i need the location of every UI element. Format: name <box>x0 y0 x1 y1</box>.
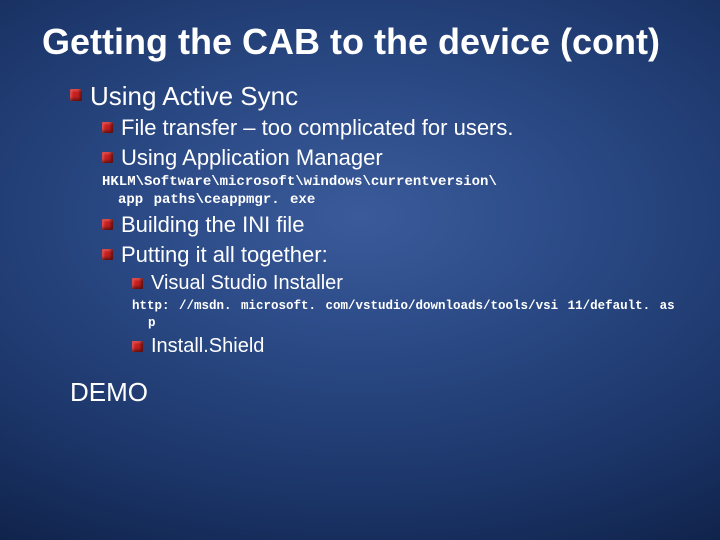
bullet-app-manager: Using Application Manager <box>102 144 678 172</box>
bullet-icon <box>102 249 113 260</box>
bullet-icon <box>102 152 113 163</box>
text: Putting it all together: <box>121 241 678 269</box>
bullet-vs-installer: Visual Studio Installer <box>132 270 678 296</box>
bullet-using-active-sync: Using Active Sync <box>70 80 678 113</box>
code-line: HKLM\Software\microsoft\windows\currentv… <box>102 174 497 190</box>
text: Using Active Sync <box>90 80 678 113</box>
bullet-icon <box>102 122 113 133</box>
bullet-file-transfer: File transfer – too complicated for user… <box>102 114 678 142</box>
bullet-icon <box>70 89 82 101</box>
code-line: p <box>148 315 678 331</box>
bullet-installshield: Install.Shield <box>132 333 678 359</box>
bullet-building-ini: Building the INI file <box>102 211 678 239</box>
code-line: app paths\ceappmgr. exe <box>118 191 678 209</box>
text: Using Application Manager <box>121 144 678 172</box>
bullet-icon <box>102 219 113 230</box>
bullet-icon <box>132 341 143 352</box>
text: File transfer – too complicated for user… <box>121 114 678 142</box>
text: Install.Shield <box>151 333 678 359</box>
text: Building the INI file <box>121 211 678 239</box>
slide-title: Getting the CAB to the device (cont) <box>42 22 678 62</box>
registry-path: HKLM\Software\microsoft\windows\currentv… <box>102 173 678 209</box>
text: Visual Studio Installer <box>151 270 678 296</box>
code-line: http: //msdn. microsoft. com/vstudio/dow… <box>132 299 675 313</box>
url-line: http: //msdn. microsoft. com/vstudio/dow… <box>132 298 678 331</box>
bullet-icon <box>132 278 143 289</box>
demo-label: DEMO <box>70 377 678 408</box>
slide: Getting the CAB to the device (cont) Usi… <box>0 0 720 540</box>
bullet-putting-together: Putting it all together: <box>102 241 678 269</box>
